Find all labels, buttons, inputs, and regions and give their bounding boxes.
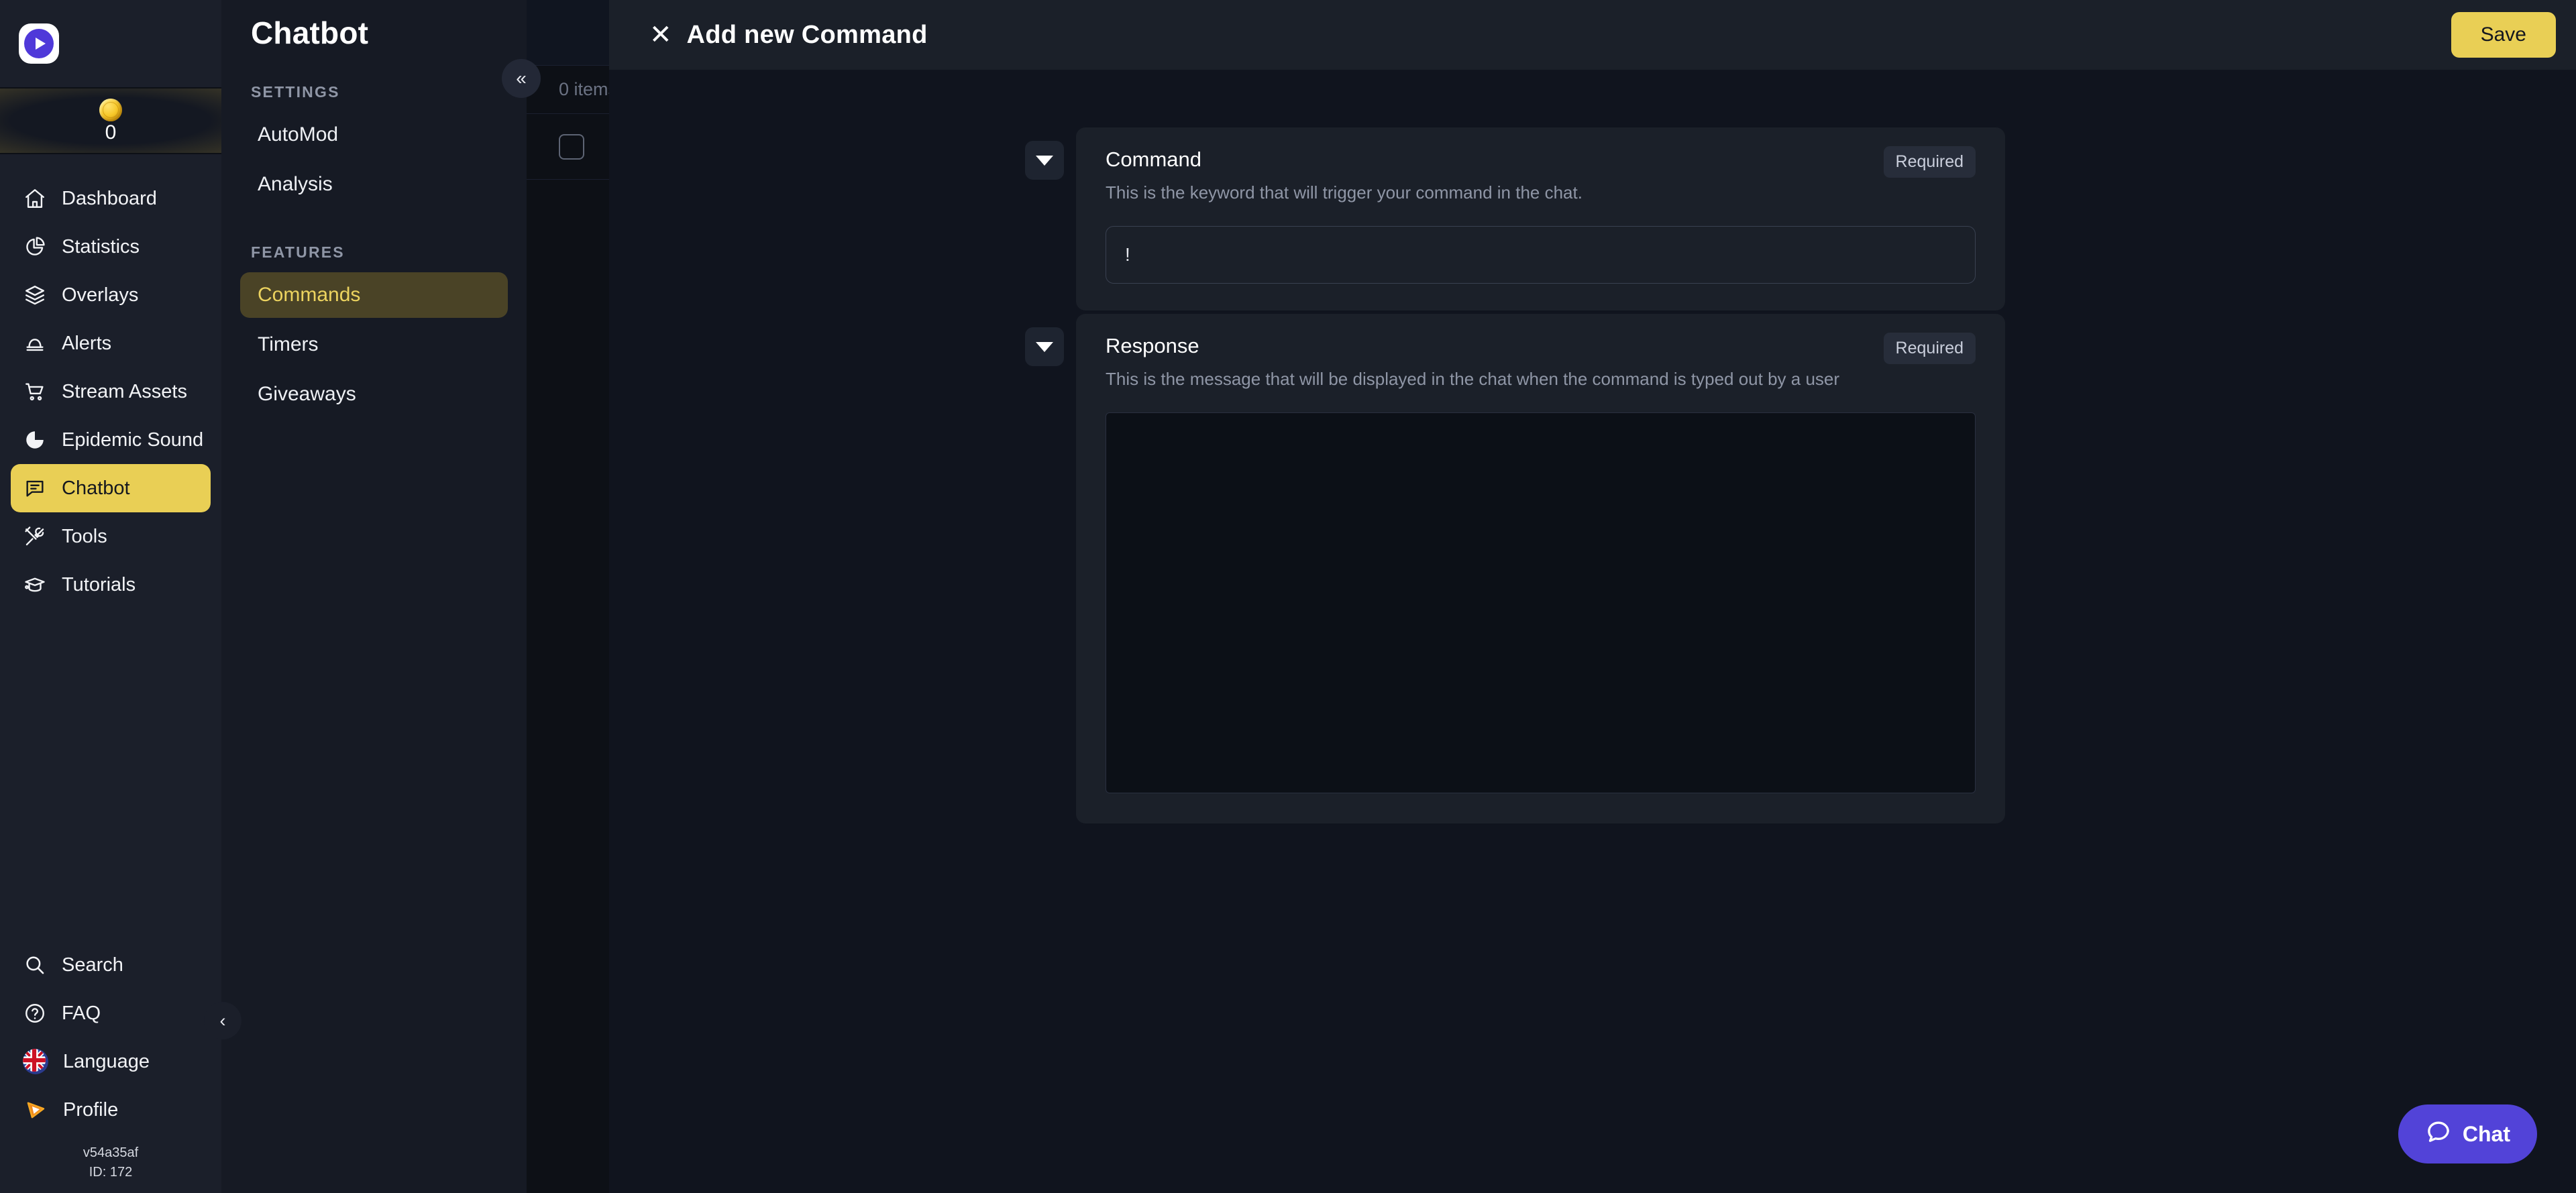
command-input[interactable] xyxy=(1106,226,1976,284)
add-command-modal: ✕ Add new Command Save Command Required … xyxy=(609,0,2576,1193)
save-button[interactable]: Save xyxy=(2451,12,2556,58)
sidebar-item-label: Tools xyxy=(62,525,107,547)
chat-widget-label: Chat xyxy=(2462,1121,2510,1146)
epidemic-icon xyxy=(23,428,47,452)
alert-icon xyxy=(23,331,47,355)
panel-group-settings-label: SETTINGS xyxy=(251,83,340,101)
chevron-left-icon: ‹ xyxy=(219,1010,226,1031)
response-field-head: Response Required xyxy=(1106,333,1976,364)
response-field-label: Response xyxy=(1106,334,1199,357)
profile-play-icon xyxy=(23,1097,48,1123)
sidebar-item-label: Search xyxy=(62,954,123,976)
coin-icon xyxy=(99,99,122,121)
sidebar-item-chatbot[interactable]: Chatbot xyxy=(11,464,211,512)
sidebar-item-stream-assets[interactable]: Stream Assets xyxy=(11,367,211,416)
close-icon[interactable]: ✕ xyxy=(649,21,672,48)
sidebar-item-tutorials[interactable]: Tutorials xyxy=(11,561,211,609)
command-field-label: Command xyxy=(1106,148,1201,171)
user-id: ID: 172 xyxy=(89,1165,133,1180)
panel-group-features-label: FEATURES xyxy=(251,243,345,261)
caret-down-icon xyxy=(1036,341,1053,352)
layers-icon xyxy=(23,283,47,307)
panel-item-giveaways[interactable]: Giveaways xyxy=(240,372,508,417)
sidebar-item-overlays[interactable]: Overlays xyxy=(11,271,211,319)
checkbox-unchecked-icon[interactable] xyxy=(559,133,584,160)
sidebar-item-label: Language xyxy=(63,1050,150,1072)
chat-bubble-icon xyxy=(23,476,47,500)
sidebar-item-label: Chatbot xyxy=(62,477,130,499)
modal-title: Add new Command xyxy=(686,20,928,49)
page-title: Chatbot xyxy=(251,15,369,50)
sidebar-item-tools[interactable]: Tools xyxy=(11,512,211,561)
sidebar-item-label: Tutorials xyxy=(62,573,136,595)
app-root: 0 Dashboard Statistics Overlays Alerts S… xyxy=(0,0,2576,1193)
panel-item-automod[interactable]: AutoMod xyxy=(240,112,508,158)
sidebar-item-search[interactable]: Search xyxy=(11,941,211,989)
panel-item-commands[interactable]: Commands xyxy=(240,272,508,318)
panel-item-analysis[interactable]: Analysis xyxy=(240,162,508,207)
cart-icon xyxy=(23,380,47,404)
sidebar-item-dashboard[interactable]: Dashboard xyxy=(11,174,211,223)
sidebar-collapse-button[interactable]: ‹ xyxy=(204,1002,241,1039)
modal-body: Command Required This is the keyword tha… xyxy=(609,70,2576,1193)
chevron-double-left-icon: « xyxy=(516,68,527,89)
sidebar-item-label: Stream Assets xyxy=(62,380,187,402)
coin-balance-panel[interactable]: 0 xyxy=(0,87,221,154)
command-field-block: Command Required This is the keyword tha… xyxy=(1025,127,2005,310)
response-field-card: Response Required This is the message th… xyxy=(1076,314,2005,823)
sidebar-item-language[interactable]: Language xyxy=(11,1037,211,1086)
app-version-info: v54a35af ID: 172 xyxy=(0,1134,221,1182)
search-icon xyxy=(23,953,47,977)
panel-item-timers[interactable]: Timers xyxy=(240,322,508,367)
chat-widget-button[interactable]: Chat xyxy=(2398,1104,2537,1163)
sidebar-item-alerts[interactable]: Alerts xyxy=(11,319,211,367)
sidebar-item-label: Overlays xyxy=(62,284,139,306)
caret-down-icon xyxy=(1036,155,1053,166)
required-badge: Required xyxy=(1883,146,1976,178)
play-logo-icon xyxy=(19,23,59,64)
sidebar-item-label: Alerts xyxy=(62,332,112,354)
primary-sidebar: 0 Dashboard Statistics Overlays Alerts S… xyxy=(0,0,221,1193)
pie-chart-icon xyxy=(23,235,47,259)
command-field-collapse-toggle[interactable] xyxy=(1025,141,1064,180)
sidebar-item-label: Statistics xyxy=(62,235,140,258)
response-field-description: This is the message that will be display… xyxy=(1106,369,1840,389)
uk-flag-icon xyxy=(23,1049,48,1074)
response-field-block: Response Required This is the message th… xyxy=(1025,314,2005,823)
sidebar-item-epidemic-sound[interactable]: Epidemic Sound xyxy=(11,416,211,464)
question-mark-icon xyxy=(23,1001,47,1025)
sidebar-bottom: Search FAQ Language Profile v54a35af ID:… xyxy=(0,941,221,1193)
panel-collapse-button[interactable]: « xyxy=(502,59,541,98)
coin-count: 0 xyxy=(105,121,117,144)
response-field-collapse-toggle[interactable] xyxy=(1025,327,1064,366)
chatbot-panel: Chatbot SETTINGS AutoMod Analysis FEATUR… xyxy=(221,0,527,1193)
sidebar-item-label: Dashboard xyxy=(62,187,157,209)
app-version: v54a35af xyxy=(83,1145,139,1160)
modal-header: ✕ Add new Command Save xyxy=(609,0,2576,70)
brand-area[interactable] xyxy=(0,0,221,87)
sidebar-item-faq[interactable]: FAQ xyxy=(11,989,211,1037)
sidebar-item-statistics[interactable]: Statistics xyxy=(11,223,211,271)
chat-bubble-icon xyxy=(2425,1118,2452,1150)
response-textarea[interactable] xyxy=(1106,412,1976,793)
sidebar-nav: Dashboard Statistics Overlays Alerts Str… xyxy=(0,154,221,941)
sidebar-item-label: Profile xyxy=(63,1098,119,1121)
graduation-cap-icon xyxy=(23,573,47,597)
command-field-description: This is the keyword that will trigger yo… xyxy=(1106,182,1582,203)
home-icon xyxy=(23,186,47,211)
sidebar-item-label: Epidemic Sound xyxy=(62,429,204,451)
required-badge: Required xyxy=(1883,333,1976,364)
command-field-card: Command Required This is the keyword tha… xyxy=(1076,127,2005,310)
sidebar-item-profile[interactable]: Profile xyxy=(11,1086,211,1134)
tools-icon xyxy=(23,524,47,549)
command-field-head: Command Required xyxy=(1106,146,1976,178)
sidebar-item-label: FAQ xyxy=(62,1002,101,1024)
